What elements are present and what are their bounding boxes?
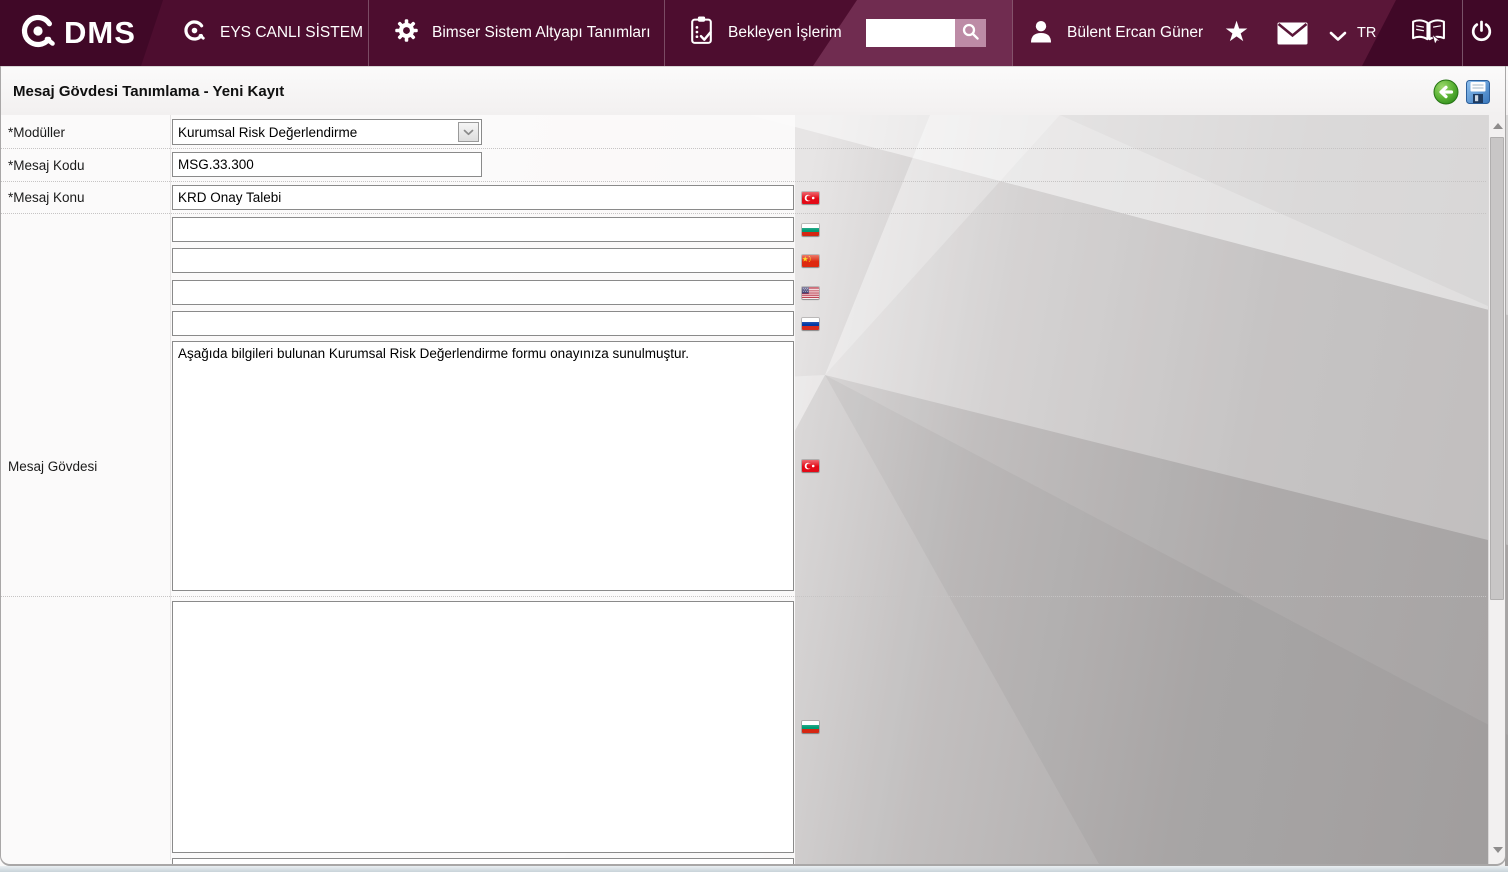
russia-flag-icon <box>802 318 819 330</box>
top-navigation-bar: DMS EYS CANLI SİSTEM Bimser Sistem Altya… <box>0 0 1508 66</box>
save-icon <box>1465 80 1491 109</box>
menu-item-label: Bekleyen İşlerim <box>728 24 842 41</box>
user-menu[interactable]: Bülent Ercan Güner <box>1028 0 1203 66</box>
moduller-select-value: Kurumsal Risk Değerlendirme <box>178 124 358 140</box>
mesaj-govdesi-textarea-bulgarian[interactable] <box>172 601 794 853</box>
page-title: Mesaj Gövdesi Tanımlama - Yeni Kayıt <box>13 82 285 100</box>
label-column-divider <box>170 115 171 860</box>
mesaj-konu-input-chinese[interactable] <box>172 248 794 273</box>
scroll-down-button[interactable] <box>1489 842 1506 858</box>
arrow-down-icon <box>1492 847 1503 853</box>
turkey-flag-icon <box>802 460 819 472</box>
power-icon <box>1468 19 1495 51</box>
mesaj-govdesi-textarea-next[interactable] <box>172 858 794 866</box>
language-dropdown-toggle[interactable] <box>1329 29 1347 47</box>
menu-divider <box>1012 0 1013 66</box>
mesaj-govdesi-textarea-turkish[interactable]: Aşağıda bilgileri bulunan Kurumsal Risk … <box>172 341 794 591</box>
bulgaria-flag-icon <box>802 224 819 236</box>
logout-button[interactable] <box>1468 19 1495 51</box>
page-title-bar: Mesaj Gövdesi Tanımlama - Yeni Kayıt <box>0 66 1508 115</box>
chevron-down-icon <box>463 129 474 135</box>
turkey-flag-icon <box>802 192 819 204</box>
scroll-up-button[interactable] <box>1489 118 1506 134</box>
china-flag-icon <box>802 255 819 267</box>
vertical-scrollbar[interactable] <box>1488 115 1505 866</box>
field-label-mesaj-konu: *Mesaj Konu <box>8 190 85 205</box>
back-icon <box>1433 79 1459 109</box>
moduller-select[interactable]: Kurumsal Risk Değerlendirme <box>172 119 482 145</box>
menu-item-label: EYS CANLI SİSTEM <box>220 24 363 41</box>
qdms-logo-text: DMS <box>64 15 136 50</box>
save-button[interactable] <box>1465 79 1491 105</box>
messages-button[interactable] <box>1277 22 1308 50</box>
arrow-up-icon <box>1492 123 1503 129</box>
mesaj-konu-input-english-us[interactable] <box>172 280 794 305</box>
menu-item-bimser-sistem-altyapi[interactable]: Bimser Sistem Altyapı Tanımları <box>394 0 651 66</box>
user-name: Bülent Ercan Güner <box>1067 24 1204 41</box>
qdms-ring-icon <box>182 18 207 48</box>
qdms-logo-icon <box>18 11 58 56</box>
manual-button[interactable] <box>1410 17 1447 53</box>
content-area: *Modüller *Mesaj Kodu *Mesaj Konu Mesaj … <box>0 115 1508 866</box>
menu-item-label: Bimser Sistem Altyapı Tanımları <box>432 24 651 41</box>
favorites-button[interactable]: ★ <box>1224 18 1249 46</box>
scrollbar-thumb[interactable] <box>1490 137 1504 600</box>
search-input[interactable] <box>866 19 955 47</box>
mesaj-konu-input-bulgarian[interactable] <box>172 217 794 242</box>
mail-icon <box>1277 22 1308 50</box>
bottom-strip <box>0 866 1508 872</box>
usa-flag-icon <box>802 287 819 299</box>
gear-icon <box>394 18 419 48</box>
star-icon: ★ <box>1224 16 1250 47</box>
menu-divider <box>368 0 369 66</box>
language-code[interactable]: TR <box>1357 0 1376 66</box>
mesaj-konu-input-russian[interactable] <box>172 311 794 336</box>
row-separator <box>0 148 1486 149</box>
moduller-select-button[interactable] <box>458 122 479 142</box>
row-separator <box>0 181 1486 182</box>
field-label-mesaj-govdesi: Mesaj Gövdesi <box>8 459 98 474</box>
clipboard-check-icon <box>688 15 715 51</box>
row-separator <box>0 213 1486 214</box>
manual-icon <box>1410 17 1447 53</box>
qdms-logo[interactable]: DMS <box>18 0 136 66</box>
user-icon <box>1028 18 1054 49</box>
menu-item-eys-canli-sistem[interactable]: EYS CANLI SİSTEM <box>182 0 363 66</box>
field-label-mesaj-kodu: *Mesaj Kodu <box>8 158 85 173</box>
mesaj-kodu-input[interactable] <box>172 152 482 177</box>
search-button[interactable] <box>955 19 986 47</box>
search-icon <box>961 22 980 44</box>
mesaj-konu-input-turkish[interactable] <box>172 185 794 210</box>
chevron-down-icon <box>1329 29 1347 47</box>
menu-item-bekleyen-islerim[interactable]: Bekleyen İşlerim <box>688 0 842 66</box>
menu-divider <box>1462 0 1463 66</box>
menu-divider <box>664 0 665 66</box>
row-separator <box>0 596 1486 597</box>
bulgaria-flag-icon <box>802 721 819 733</box>
qdms-app: DMS EYS CANLI SİSTEM Bimser Sistem Altya… <box>0 0 1508 872</box>
field-label-moduller: *Modüller <box>8 125 66 140</box>
back-button[interactable] <box>1433 79 1459 105</box>
